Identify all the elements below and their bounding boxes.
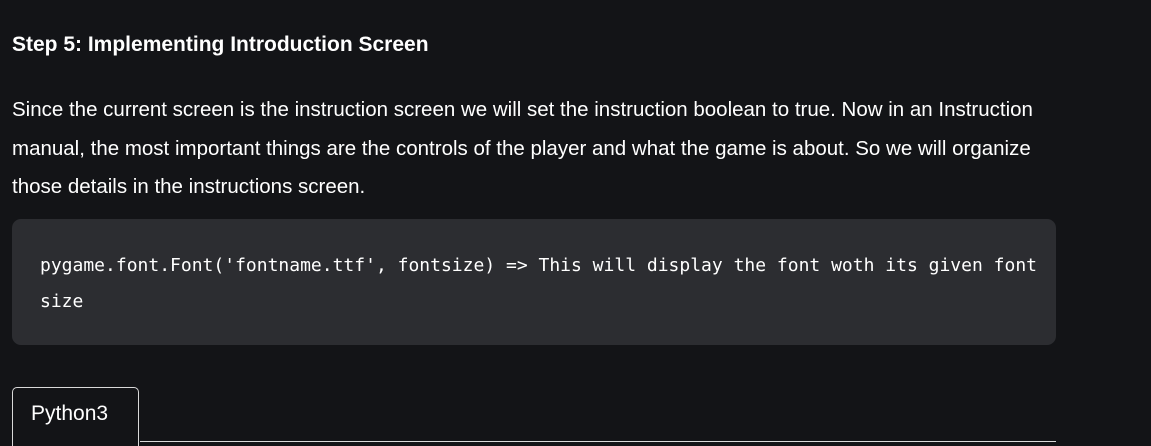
code-block: pygame.font.Font('fontname.ttf', fontsiz… bbox=[12, 219, 1056, 345]
body-paragraph: Since the current screen is the instruct… bbox=[12, 98, 1033, 198]
tab-python3[interactable]: Python3 bbox=[12, 387, 139, 446]
tab-divider bbox=[140, 441, 1056, 442]
section-heading: Step 5: Implementing Introduction Screen bbox=[12, 33, 429, 56]
code-snippet: pygame.font.Font('fontname.ttf', fontsiz… bbox=[40, 255, 1048, 312]
